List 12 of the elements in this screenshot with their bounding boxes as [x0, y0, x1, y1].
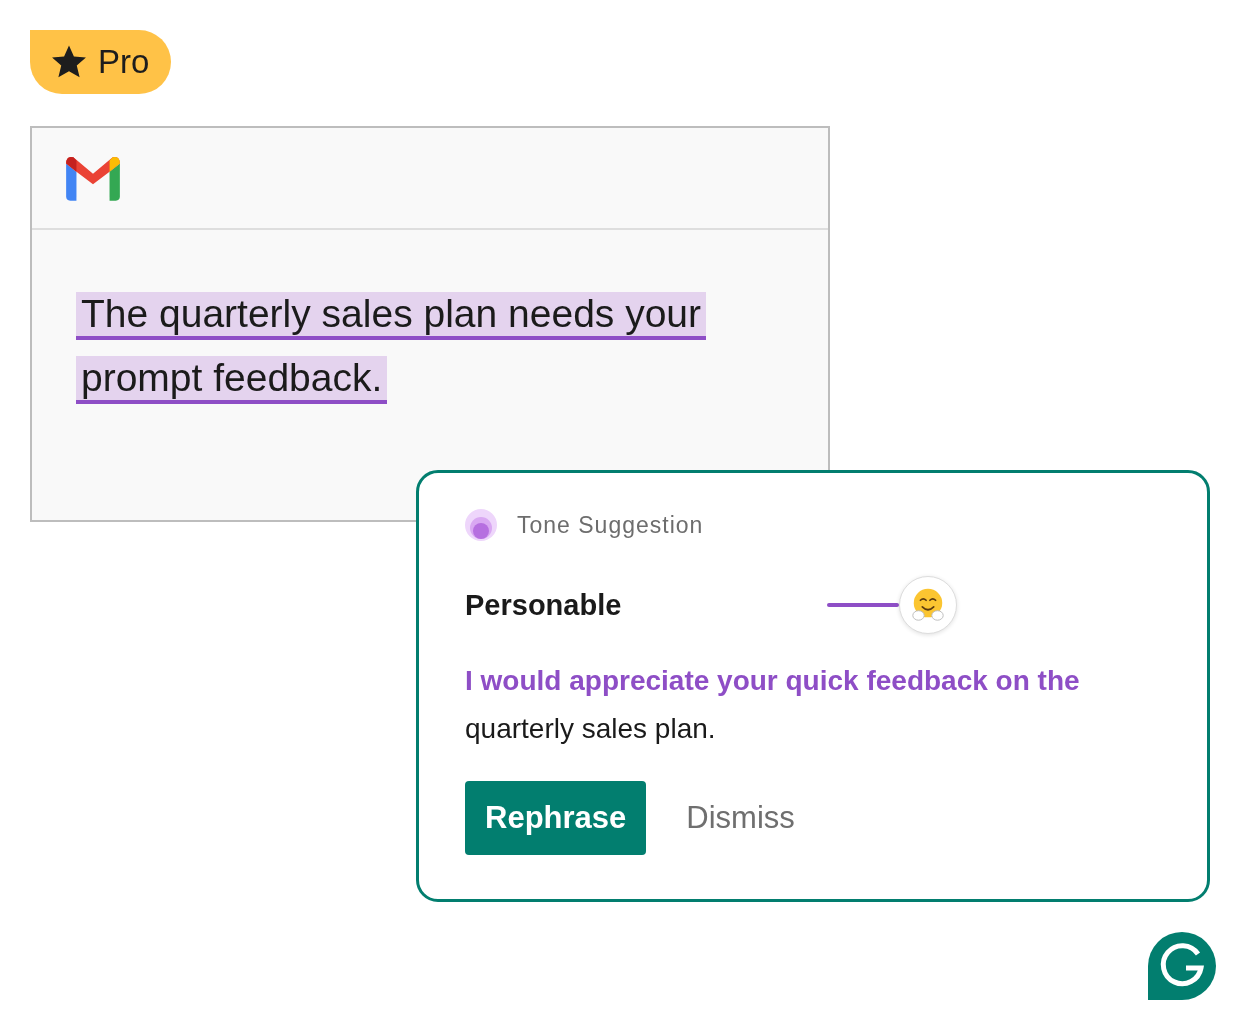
badge-label: Pro — [98, 43, 150, 81]
dismiss-button[interactable]: Dismiss — [686, 800, 795, 836]
g-logo-icon — [1148, 932, 1216, 1000]
hugging-emoji-icon — [909, 586, 947, 624]
card-header: Tone Suggestion — [517, 511, 704, 539]
circles-icon — [465, 509, 497, 541]
tone-label: Personable — [465, 588, 623, 622]
highlighted-text: The quarterly sales plan needs your — [76, 292, 707, 340]
highlighted-text: prompt feedback. — [76, 356, 388, 404]
rephrase-button[interactable]: Rephrase — [465, 781, 647, 855]
suggestion-text: I would appreciate your quick feedback on the quarterly sales plan. — [465, 664, 1081, 746]
tone-line — [827, 603, 899, 607]
